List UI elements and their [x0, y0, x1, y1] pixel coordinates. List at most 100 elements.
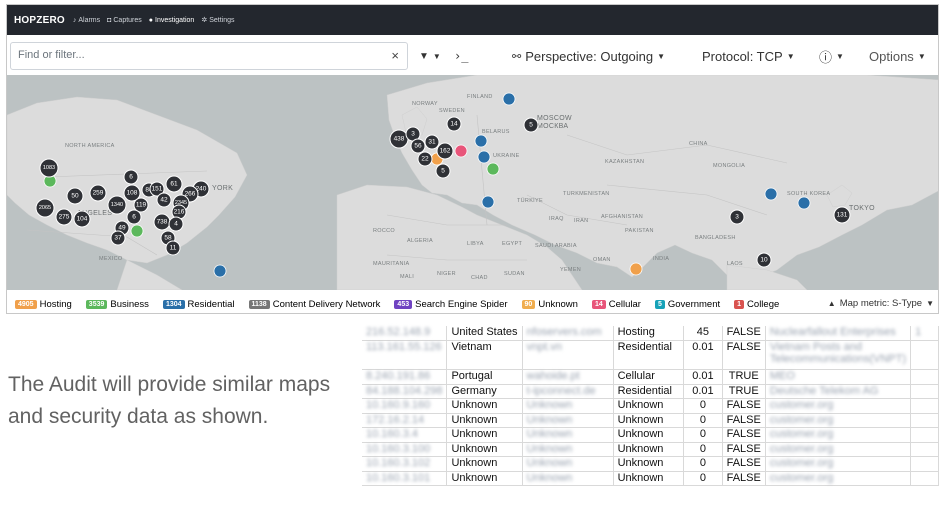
- map-cluster[interactable]: 50: [66, 187, 84, 205]
- map-cluster[interactable]: 6: [126, 209, 142, 225]
- audit-cell-org: customer.org: [765, 413, 912, 428]
- audit-cell-score: 0.01: [683, 340, 723, 370]
- perspective-dropdown[interactable]: ⚯ Perspective: Outgoing ▼: [512, 42, 665, 70]
- legend-residential-label: Residential: [187, 298, 235, 310]
- map-cluster[interactable]: 11: [165, 240, 181, 256]
- map-cluster-count: 6: [129, 174, 133, 181]
- legend-unknown[interactable]: 90 Unknown: [521, 299, 578, 310]
- audit-cell-country: Unknown: [446, 471, 523, 486]
- legend-search-engine-spider[interactable]: 453 Search Engine Spider: [394, 299, 508, 310]
- nav-investigation[interactable]: ● Investigation: [149, 17, 195, 24]
- nav-alarms[interactable]: ♪ Alarms: [73, 17, 100, 24]
- terminal-button[interactable]: ›_: [454, 42, 468, 70]
- map-cluster[interactable]: 4: [168, 216, 184, 232]
- map-cluster[interactable]: 6: [123, 169, 139, 185]
- map-cluster[interactable]: 131: [833, 206, 851, 224]
- map-cluster-count: 5: [441, 168, 445, 175]
- search-input[interactable]: [18, 49, 368, 61]
- map-marker-cellular[interactable]: [454, 144, 468, 158]
- map-marker-residential[interactable]: [481, 195, 495, 209]
- nav-settings[interactable]: ✲ Settings: [201, 16, 234, 25]
- legend-government-label: Government: [667, 298, 721, 310]
- location-pin-icon: ●: [148, 16, 154, 24]
- audit-cell-ip: 8.240.191.86: [362, 369, 448, 385]
- audit-cell-domain: Unknown: [522, 471, 614, 486]
- land-shapes: [7, 75, 938, 290]
- protocol-dropdown[interactable]: Protocol: TCP ▼: [702, 42, 795, 70]
- map-cluster[interactable]: 259: [89, 184, 107, 202]
- map-cluster[interactable]: 738: [153, 213, 171, 231]
- map-cluster[interactable]: 3: [729, 209, 745, 225]
- map-marker-hosting[interactable]: [629, 262, 643, 276]
- nav-alarms-label: Alarms: [78, 16, 101, 24]
- legend-cdn-label: Content Delivery Network: [272, 298, 381, 310]
- map-marker-residential[interactable]: [213, 264, 227, 278]
- map-cluster[interactable]: 438: [389, 129, 409, 149]
- legend-cdn[interactable]: 1138 Content Delivery Network: [248, 298, 381, 310]
- map-marker-residential[interactable]: [502, 92, 516, 106]
- map-cluster[interactable]: 5: [523, 117, 539, 133]
- map-cluster[interactable]: 2065: [35, 198, 55, 218]
- map-cluster[interactable]: 56: [410, 138, 426, 154]
- map-cluster[interactable]: 162: [436, 142, 454, 160]
- legend-college[interactable]: 1 College: [734, 299, 779, 310]
- map-cluster-count: 259: [93, 190, 104, 197]
- options-dropdown[interactable]: Options ▼: [869, 42, 926, 70]
- audit-cell-type: Unknown: [613, 427, 685, 443]
- gear-icon: ✲: [201, 17, 208, 24]
- map-label-niger: NIGER: [437, 271, 456, 277]
- audit-cell-flag: FALSE: [722, 427, 766, 443]
- info-dropdown[interactable]: ⓘ ▼: [819, 42, 844, 70]
- map-cluster[interactable]: 37: [110, 230, 126, 246]
- legend-residential[interactable]: 1304 Residential: [162, 298, 235, 310]
- map-marker-residential[interactable]: [764, 187, 778, 201]
- map-label-yemen: YEMEN: [560, 267, 581, 273]
- map-cluster[interactable]: 22: [417, 151, 433, 167]
- map-cluster-count: 14: [450, 121, 458, 128]
- audit-cell-score: 0.01: [683, 369, 723, 385]
- map-cluster[interactable]: 1083: [39, 158, 59, 178]
- map-cluster[interactable]: 42: [156, 192, 172, 208]
- map-cluster[interactable]: 31: [424, 134, 440, 150]
- map-marker-business[interactable]: [486, 162, 500, 176]
- world-map[interactable]: NORTH AMERICA MOSCOW МОСКВА KAZAKHSTAN M…: [7, 75, 938, 290]
- map-cluster-count: 42: [160, 197, 168, 204]
- map-label-finland: FINLAND: [467, 94, 493, 100]
- map-metric-dropdown[interactable]: ▲ Map metric: S-Type ▼: [828, 298, 934, 309]
- table-row: 172.16.2.14 Unknown Unknown Unknown 0 FALSE cu…: [362, 413, 939, 428]
- map-cluster[interactable]: 10: [756, 252, 772, 268]
- map-marker-residential[interactable]: [477, 150, 491, 164]
- legend-business[interactable]: 3539 Business: [85, 299, 149, 310]
- legend-cellular[interactable]: 14 Cellular: [591, 299, 641, 310]
- map-label-moscow-ru: МОСКВА: [537, 123, 568, 130]
- brand-logo[interactable]: HOPZERO: [14, 15, 65, 26]
- map-label-mauritania: MAURITANIA: [373, 261, 410, 267]
- legend-hosting[interactable]: 4905 Hosting: [15, 299, 72, 310]
- filter-button[interactable]: ▼ ▼: [419, 42, 441, 70]
- legend-government[interactable]: 5 Government: [654, 298, 721, 310]
- map-marker-residential[interactable]: [474, 134, 488, 148]
- map-marker-business[interactable]: [130, 224, 144, 238]
- search-box: ×: [10, 42, 408, 70]
- audit-cell-flag: FALSE: [722, 456, 766, 472]
- map-cluster[interactable]: 1340: [107, 195, 127, 215]
- map-cluster-count: 738: [157, 219, 168, 226]
- audit-cell-score: 0: [683, 413, 723, 428]
- map-cluster-count: 2065: [39, 205, 51, 211]
- audit-cell-ip: 10.160.3.100: [362, 442, 448, 457]
- clear-icon[interactable]: ×: [391, 48, 399, 63]
- map-cluster[interactable]: 104: [73, 210, 91, 228]
- map-cluster-count: 58: [164, 235, 172, 242]
- map-cluster[interactable]: 61: [165, 175, 183, 193]
- audit-cell-country: Unknown: [446, 398, 523, 414]
- map-cluster[interactable]: 275: [55, 208, 73, 226]
- map-label-saudi-arabia: SAUDI ARABIA: [535, 243, 577, 249]
- map-cluster[interactable]: 5: [435, 163, 451, 179]
- map-cluster[interactable]: 14: [446, 116, 462, 132]
- map-label-turkiye: TÜRKİYE: [517, 197, 543, 204]
- legend-government-count: 5: [654, 299, 665, 309]
- nav-captures[interactable]: ◘ Captures: [107, 17, 142, 24]
- map-marker-residential[interactable]: [797, 196, 811, 210]
- audit-cell-ip: 10.160.3.101: [362, 471, 448, 486]
- map-label-sudan: SUDAN: [504, 271, 525, 277]
